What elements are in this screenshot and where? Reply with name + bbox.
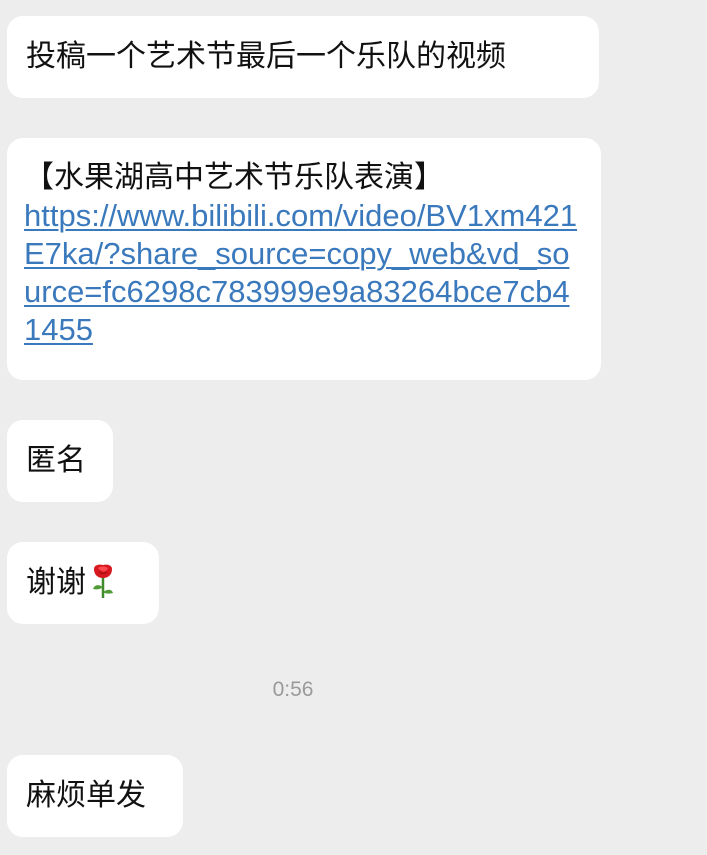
message-bubble[interactable]: 谢谢 (7, 542, 159, 624)
message-bubble-link[interactable]: 【水果湖高中艺术节乐队表演】 https://www.bilibili.com/… (7, 138, 601, 380)
message-text: 匿名 (26, 443, 86, 478)
video-title: 【水果湖高中艺术节乐队表演】 (24, 160, 444, 195)
message-bubble[interactable]: 麻烦单发 (7, 755, 183, 837)
timestamp: 0:56 (272, 678, 314, 701)
video-link[interactable]: https://www.bilibili.com/video/BV1xm421E… (24, 197, 584, 349)
message-bubble[interactable]: 匿名 (7, 420, 113, 502)
message-bubble[interactable]: 投稿一个艺术节最后一个乐队的视频 (7, 16, 599, 98)
rose-icon (90, 563, 116, 599)
message-text: 投稿一个艺术节最后一个乐队的视频 (26, 39, 506, 74)
message-text: 谢谢 (26, 565, 86, 600)
message-text: 麻烦单发 (26, 778, 146, 813)
chat-view: 投稿一个艺术节最后一个乐队的视频 【水果湖高中艺术节乐队表演】 https://… (0, 0, 707, 855)
